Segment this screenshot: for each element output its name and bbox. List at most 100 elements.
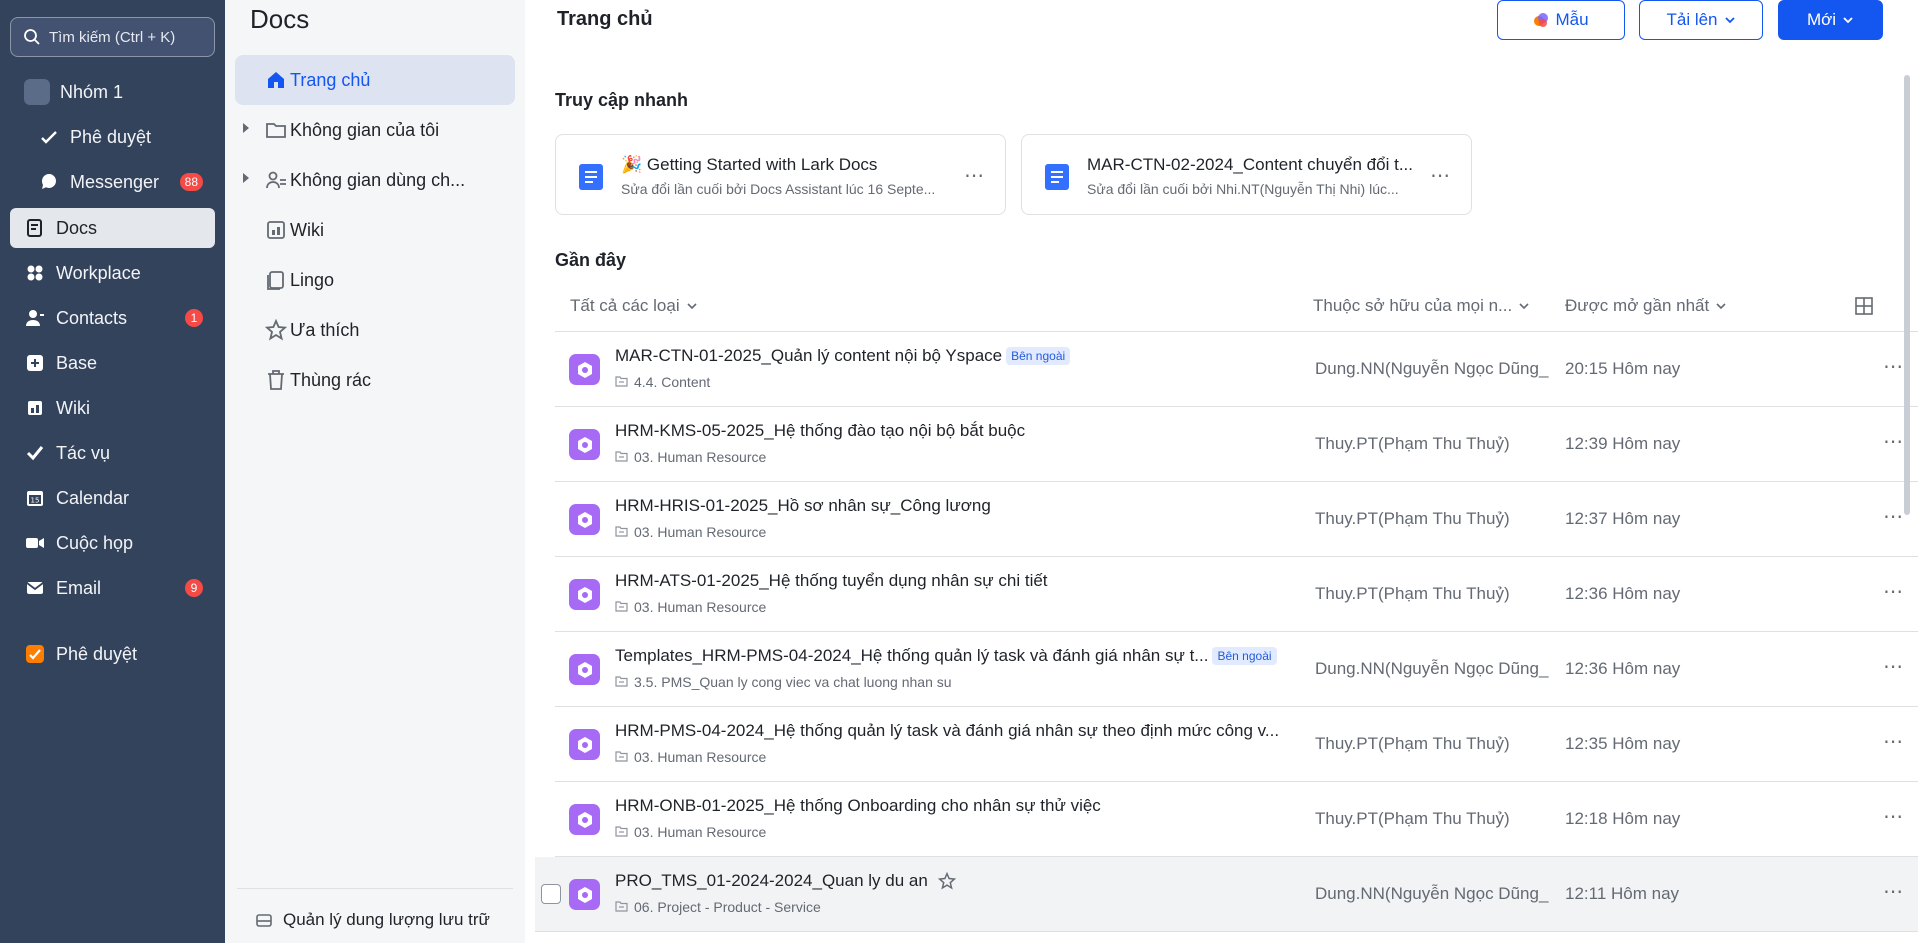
- row-location-label: 03. Human Resource: [634, 749, 767, 765]
- row-location-label: 4.4. Content: [634, 374, 711, 390]
- new-button[interactable]: Mới: [1778, 0, 1883, 40]
- row-title: HRM-KMS-05-2025_Hệ thống đào tạo nội bộ …: [615, 421, 1026, 440]
- template-button-label: Mẫu: [1555, 10, 1589, 29]
- docx-file-icon: [569, 654, 600, 685]
- nav-item-contacts[interactable]: Contacts 1: [10, 298, 215, 338]
- more-options-icon[interactable]: ⋯: [1883, 579, 1904, 604]
- row-location: 03. Human Resource: [615, 449, 766, 465]
- filter-owner-dropdown[interactable]: Thuộc sở hữu của mọi n...: [1313, 296, 1530, 316]
- more-options-icon[interactable]: ⋯: [1883, 804, 1904, 829]
- row-location-label: 03. Human Resource: [634, 824, 767, 840]
- nav-item-phe-duyet-app[interactable]: Phê duyệt: [10, 634, 215, 674]
- grid-view-icon[interactable]: [1855, 297, 1873, 315]
- template-button[interactable]: Mẫu: [1497, 0, 1625, 40]
- doc-icon: [1045, 164, 1069, 190]
- nav-item-workplace[interactable]: Workplace: [10, 253, 215, 293]
- sidebar-item-lingo[interactable]: Lingo: [235, 255, 515, 305]
- scrollbar[interactable]: [1904, 75, 1910, 515]
- storage-management-link[interactable]: Quản lý dung lượng lưu trữ: [255, 910, 490, 930]
- sort-opened-dropdown[interactable]: Được mở gần nhất: [1565, 296, 1727, 316]
- folder-icon: [615, 524, 634, 540]
- nav-item-calendar[interactable]: 15 Calendar: [10, 478, 215, 518]
- table-row[interactable]: HRM-KMS-05-2025_Hệ thống đào tạo nội bộ …: [555, 407, 1918, 482]
- wiki-icon: [24, 397, 46, 419]
- quick-card-subtitle: Sửa đổi lần cuối bởi Nhi.NT(Nguyễn Thị N…: [1087, 181, 1399, 197]
- filter-type-dropdown[interactable]: Tất cả các loại: [570, 296, 698, 316]
- sidebar-item-trash[interactable]: Thùng rác: [235, 355, 515, 405]
- lingo-icon: [267, 271, 284, 290]
- expand-caret-icon[interactable]: [243, 173, 249, 183]
- docx-file-icon: [569, 579, 600, 610]
- sidebar-item-wiki[interactable]: Wiki: [235, 205, 515, 255]
- row-owner: Thuy.PT(Phạm Thu Thuỷ): [1315, 809, 1510, 828]
- app-nav: Tìm kiếm (Ctrl + K) Nhóm 1 Phê duyệt Mes…: [0, 0, 225, 943]
- sidebar-item-label: Ưa thích: [290, 319, 360, 340]
- table-row[interactable]: HRM-PMS-04-2024_Hệ thống quản lý task và…: [555, 707, 1918, 782]
- column-opened-label: Được mở gần nhất: [1565, 296, 1710, 315]
- nav-item-messenger[interactable]: Messenger 88: [10, 162, 215, 202]
- nav-item-label: Cuộc họp: [56, 532, 134, 553]
- chevron-down-icon: [1843, 17, 1853, 24]
- nav-item-docs[interactable]: Docs: [10, 208, 215, 248]
- star-icon[interactable]: [937, 872, 956, 890]
- row-name: HRM-ONB-01-2025_Hệ thống Onboarding cho …: [615, 796, 1101, 816]
- folder-icon: [615, 899, 634, 915]
- column-type-label: Tất cả các loại: [570, 296, 680, 315]
- upload-button[interactable]: Tải lên: [1639, 0, 1763, 40]
- row-title: Templates_HRM-PMS-04-2024_Hệ thống quản …: [615, 646, 1209, 665]
- search-input[interactable]: Tìm kiếm (Ctrl + K): [10, 17, 215, 57]
- row-time: 12:18 Hôm nay: [1565, 809, 1681, 828]
- more-options-icon[interactable]: ⋯: [1430, 163, 1451, 188]
- nav-group-label: Nhóm 1: [60, 81, 124, 102]
- sidebar-item-my-space[interactable]: Không gian của tôi: [235, 105, 515, 155]
- docx-file-icon: [569, 354, 600, 385]
- more-options-icon[interactable]: ⋯: [964, 163, 985, 188]
- row-owner: Dung.NN(Nguyễn Ngọc Dũng_: [1315, 659, 1549, 678]
- nav-item-tac-vu[interactable]: Tác vụ: [10, 433, 215, 473]
- upload-button-label: Tải lên: [1666, 10, 1718, 29]
- nav-item-phe-duyet-sub[interactable]: Phê duyệt: [10, 117, 215, 157]
- table-row[interactable]: HRM-ATS-01-2025_Hệ thống tuyển dụng nhân…: [555, 557, 1918, 632]
- more-options-icon[interactable]: ⋯: [1883, 879, 1904, 904]
- quick-access-card[interactable]: 🎉 Getting Started with Lark Docs Sửa đổi…: [555, 134, 1006, 215]
- table-row[interactable]: HRM-ONB-01-2025_Hệ thống Onboarding cho …: [555, 782, 1918, 857]
- folder-icon: [615, 449, 634, 465]
- table-row[interactable]: MAR-CTN-01-2025_Quản lý content nội bộ Y…: [555, 332, 1918, 407]
- table-row[interactable]: Templates_HRM-PMS-04-2024_Hệ thống quản …: [555, 632, 1918, 707]
- row-time: 12:35 Hôm nay: [1565, 734, 1681, 753]
- messenger-icon: [38, 171, 60, 193]
- expand-caret-icon[interactable]: [243, 123, 249, 133]
- sidebar-item-favorites[interactable]: Ưa thích: [235, 305, 515, 355]
- new-button-label: Mới: [1806, 10, 1837, 29]
- nav-item-cuoc-hop[interactable]: Cuộc họp: [10, 523, 215, 563]
- sidebar-item-label: Không gian của tôi: [290, 119, 440, 140]
- row-location: 03. Human Resource: [615, 524, 766, 540]
- more-options-icon[interactable]: ⋯: [1883, 429, 1904, 454]
- quick-card-title: 🎉 Getting Started with Lark Docs: [621, 155, 878, 174]
- more-options-icon[interactable]: ⋯: [1883, 654, 1904, 679]
- nav-item-base[interactable]: Base: [10, 343, 215, 383]
- row-time: 20:15 Hôm nay: [1565, 359, 1681, 378]
- nav-item-label: Contacts: [56, 307, 128, 328]
- row-checkbox[interactable]: [541, 884, 561, 904]
- docx-file-icon: [569, 729, 600, 760]
- unread-badge: 1: [185, 309, 203, 327]
- more-options-icon[interactable]: ⋯: [1883, 729, 1904, 754]
- more-options-icon[interactable]: ⋯: [1883, 354, 1904, 379]
- nav-item-email[interactable]: Email 9: [10, 568, 215, 608]
- quick-access-title: Truy cập nhanh: [555, 90, 689, 110]
- row-time: 12:37 Hôm nay: [1565, 509, 1681, 528]
- table-row[interactable]: HRM-HRIS-01-2025_Hồ sơ nhân sự_Công lươn…: [555, 482, 1918, 557]
- search-placeholder: Tìm kiếm (Ctrl + K): [49, 28, 176, 46]
- quick-access-card[interactable]: MAR-CTN-02-2024_Content chuyển đổi t... …: [1021, 134, 1472, 215]
- docs-sidebar: Docs Trang chủ Không gian của tôi Không …: [225, 0, 525, 943]
- more-options-icon[interactable]: ⋯: [1883, 504, 1904, 529]
- table-row[interactable]: PRO_TMS_01-2024-2024_Quan ly du an 06. Pr…: [535, 857, 1918, 932]
- nav-item-label: Tác vụ: [56, 442, 111, 463]
- nav-item-label: Wiki: [56, 397, 90, 418]
- nav-group-nhom-1[interactable]: Nhóm 1: [10, 72, 215, 112]
- sidebar-item-shared-space[interactable]: Không gian dùng ch...: [235, 155, 515, 205]
- sidebar-item-home[interactable]: Trang chủ: [235, 55, 515, 105]
- nav-item-wiki[interactable]: Wiki: [10, 388, 215, 428]
- row-name: HRM-HRIS-01-2025_Hồ sơ nhân sự_Công lươn…: [615, 496, 991, 516]
